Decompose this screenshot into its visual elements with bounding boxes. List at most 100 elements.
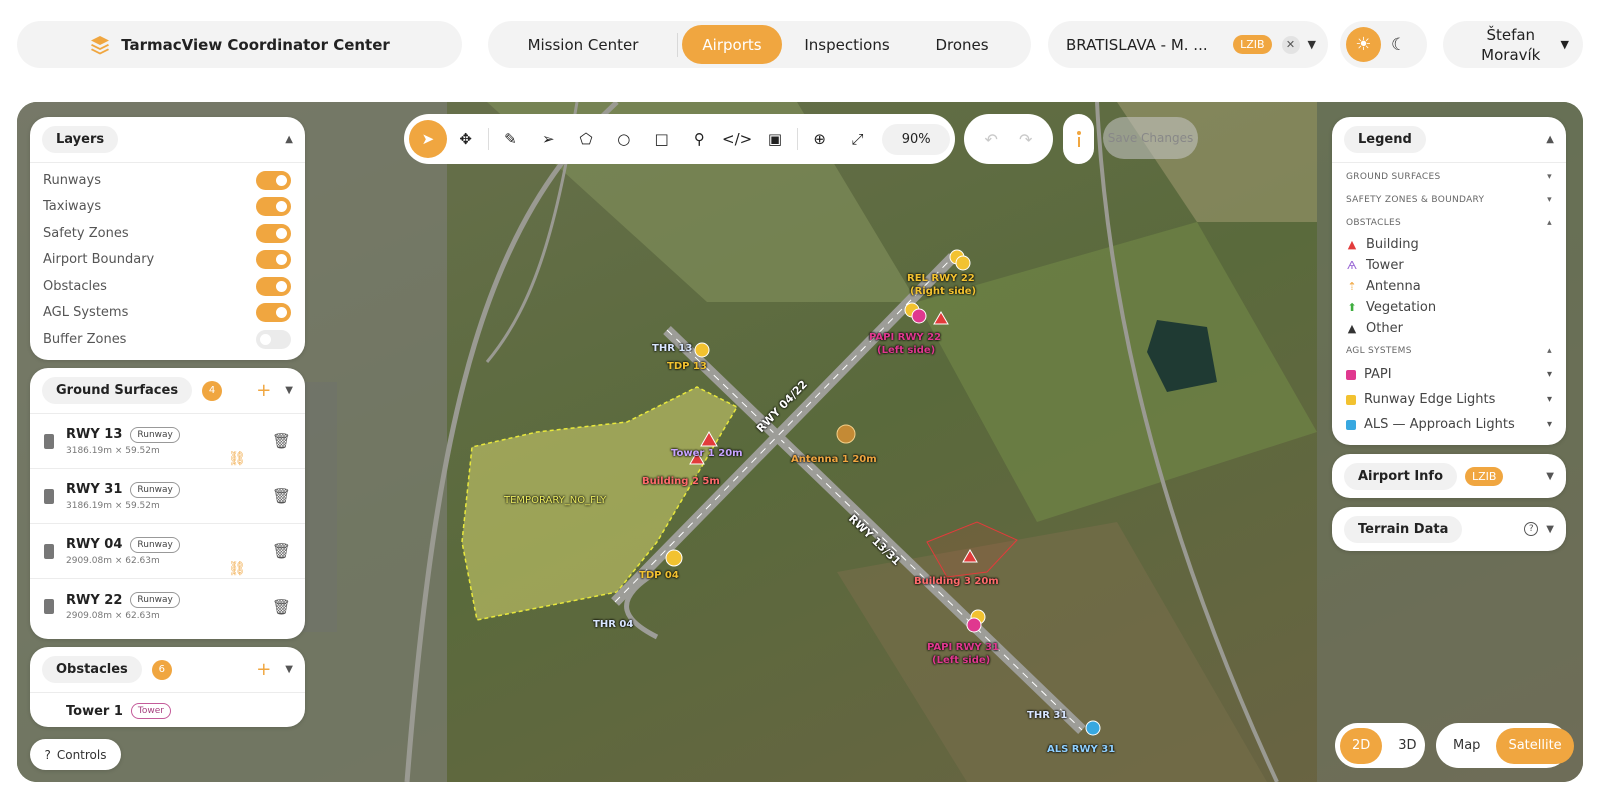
rectangle-tool-icon[interactable]: □ (643, 120, 681, 158)
view-2d-button[interactable]: 2D (1340, 727, 1383, 764)
view-3d-button[interactable]: 3D (1386, 728, 1428, 764)
layer-toggle-agl-systems[interactable] (256, 303, 291, 323)
moon-icon[interactable]: ☾ (1391, 35, 1406, 55)
map-button[interactable]: Map (1441, 728, 1492, 764)
drag-handle-icon[interactable] (44, 599, 54, 614)
legend-item: ▲ Other (1332, 318, 1566, 339)
layer-toggle-airport-boundary[interactable] (256, 250, 291, 270)
zoom-in-icon[interactable]: ⊕ (801, 120, 839, 158)
map-label-antenna1: Antenna 1 20m (791, 454, 877, 465)
add-icon[interactable]: + (256, 659, 271, 680)
chevron-up-icon[interactable]: ▲ (1546, 134, 1554, 145)
circle-tool-icon[interactable]: ○ (605, 120, 643, 158)
legend-section-obstacles[interactable]: OBSTACLES ▴ (1332, 211, 1566, 234)
vegetation-icon: ⬆ (1347, 301, 1357, 314)
layer-label: AGL Systems (43, 305, 129, 321)
trash-icon[interactable]: 🗑 (272, 542, 291, 560)
legend-section-ground[interactable]: GROUND SURFACES ▾ (1332, 165, 1566, 188)
link-icon[interactable]: ⛓ (228, 451, 246, 467)
count-badge: 4 (202, 380, 223, 401)
map-label-building3: Building 3 20m (914, 576, 999, 587)
drag-handle-icon[interactable] (44, 488, 54, 504)
terrain-data-panel[interactable]: Terrain Data ? ▼ (1332, 507, 1566, 551)
legend-item[interactable]: Runway Edge Lights ▾ (1332, 387, 1566, 412)
toolbar-divider (487, 128, 489, 150)
fullscreen-icon[interactable]: ⤢ (839, 120, 877, 158)
legend-item[interactable]: PAPI ▾ (1332, 362, 1566, 387)
drawing-toolbar: ➤ ✥ ✎ ➢ ⬠ ○ □ ⚲ </> ▣ ⊕ ⤢ 90% (404, 114, 955, 164)
marker-tool-icon[interactable]: ⚲ (680, 120, 718, 158)
info-button[interactable] (1063, 114, 1094, 164)
brand-title: TarmacView Coordinator Center (121, 35, 390, 54)
help-icon[interactable]: ? (1524, 522, 1539, 536)
layer-row-obstacles: Obstacles (30, 273, 305, 300)
legend-section-safety[interactable]: SAFETY ZONES & BOUNDARY ▾ (1332, 188, 1566, 211)
tab-inspections[interactable]: Inspections (782, 25, 912, 64)
save-changes-button[interactable]: Save Changes (1103, 117, 1198, 159)
select-tool-icon[interactable]: ➤ (409, 120, 447, 158)
surface-name: RWY 04 (66, 537, 123, 552)
chevron-down-icon[interactable]: ▼ (1561, 38, 1569, 51)
chevron-down-icon[interactable]: ▼ (285, 385, 293, 396)
drag-handle-icon[interactable] (44, 433, 54, 449)
sun-icon[interactable]: ☀ (1346, 27, 1381, 62)
legend-section-agl[interactable]: AGL SYSTEMS ▴ (1332, 339, 1566, 362)
tab-airports[interactable]: Airports (682, 25, 782, 64)
layer-label: Buffer Zones (43, 331, 127, 347)
tab-mission-center[interactable]: Mission Center (493, 25, 673, 64)
trash-icon[interactable]: 🗑 (272, 598, 291, 616)
airport-info-panel[interactable]: Airport Info LZIB ▼ (1332, 454, 1566, 498)
zoom-level[interactable]: 90% (882, 123, 950, 155)
layer-toggle-buffer-zones[interactable] (256, 329, 291, 349)
map-label-thr04: THR 04 (593, 619, 634, 630)
tab-drones[interactable]: Drones (912, 25, 1012, 64)
list-item[interactable]: RWY 22 Runway 2909.08m × 62.63m 🗑 (30, 579, 305, 634)
image-tool-icon[interactable]: ▣ (756, 120, 794, 158)
controls-label: Controls (56, 747, 107, 762)
redo-icon[interactable]: ↷ (1019, 130, 1032, 149)
chevron-down-icon[interactable]: ▼ (1546, 471, 1554, 482)
layer-row-safety-zones: Safety Zones (30, 220, 305, 247)
chevron-down-icon[interactable]: ▼ (285, 664, 293, 675)
layer-toggle-taxiways[interactable] (256, 197, 291, 217)
layer-toggle-obstacles[interactable] (256, 276, 291, 296)
layer-label: Airport Boundary (43, 252, 155, 268)
list-item[interactable]: RWY 04 Runway 2909.08m × 62.63m ⛓ 🗑 (30, 524, 305, 579)
main-nav: Mission Center Airports Inspections Dron… (488, 21, 1031, 68)
add-icon[interactable]: + (256, 380, 271, 401)
undo-icon[interactable]: ↶ (985, 130, 998, 149)
polygon-tool-icon[interactable]: ⬠ (567, 120, 605, 158)
clear-airport-icon[interactable]: ✕ (1281, 35, 1300, 54)
map-label-papi31-side: (Left side) (932, 655, 991, 666)
user-menu[interactable]: Štefan Moravík ▼ (1443, 21, 1583, 68)
chevron-down-icon[interactable]: ▼ (1308, 38, 1316, 51)
navigate-tool-icon[interactable]: ➢ (529, 120, 567, 158)
trash-icon[interactable]: 🗑 (272, 487, 291, 505)
link-icon[interactable]: ⛓ (228, 561, 246, 577)
trash-icon[interactable]: 🗑 (272, 432, 291, 450)
chevron-up-icon[interactable]: ▲ (285, 134, 293, 145)
airport-selector[interactable]: BRATISLAVA - M. ... LZIB ✕ ▼ (1048, 21, 1328, 68)
controls-button[interactable]: ? Controls (30, 739, 121, 770)
list-item[interactable]: Tower 1 Tower (30, 693, 305, 727)
obstacles-panel: Obstacles 6 + ▼ Tower 1 Tower (30, 647, 305, 727)
list-item[interactable]: RWY 13 Runway 3186.19m × 59.52m ⛓ 🗑 (30, 414, 305, 469)
surface-tag: Runway (130, 592, 180, 608)
layer-toggle-safety-zones[interactable] (256, 223, 291, 243)
code-tool-icon[interactable]: </> (718, 120, 756, 158)
layer-toggle-runways[interactable] (256, 170, 291, 190)
chevron-up-icon: ▴ (1547, 217, 1552, 228)
satellite-button[interactable]: Satellite (1496, 727, 1574, 764)
brand-bar[interactable]: TarmacView Coordinator Center (17, 21, 462, 68)
info-icon (1076, 131, 1081, 147)
drag-handle-icon[interactable] (44, 543, 54, 559)
map-label-tower1: Tower 1 20m (671, 448, 743, 459)
layer-row-airport-boundary: Airport Boundary (30, 247, 305, 274)
list-item[interactable]: RWY 31 Runway 3186.19m × 59.52m 🗑 (30, 469, 305, 524)
toolbar-divider (796, 128, 798, 150)
ruler-tool-icon[interactable]: ✎ (492, 120, 530, 158)
move-tool-icon[interactable]: ✥ (447, 120, 485, 158)
chevron-down-icon[interactable]: ▼ (1546, 524, 1554, 535)
legend-item[interactable]: ALS — Approach Lights ▾ (1332, 412, 1566, 437)
map-label-thr13: THR 13 (652, 343, 693, 354)
